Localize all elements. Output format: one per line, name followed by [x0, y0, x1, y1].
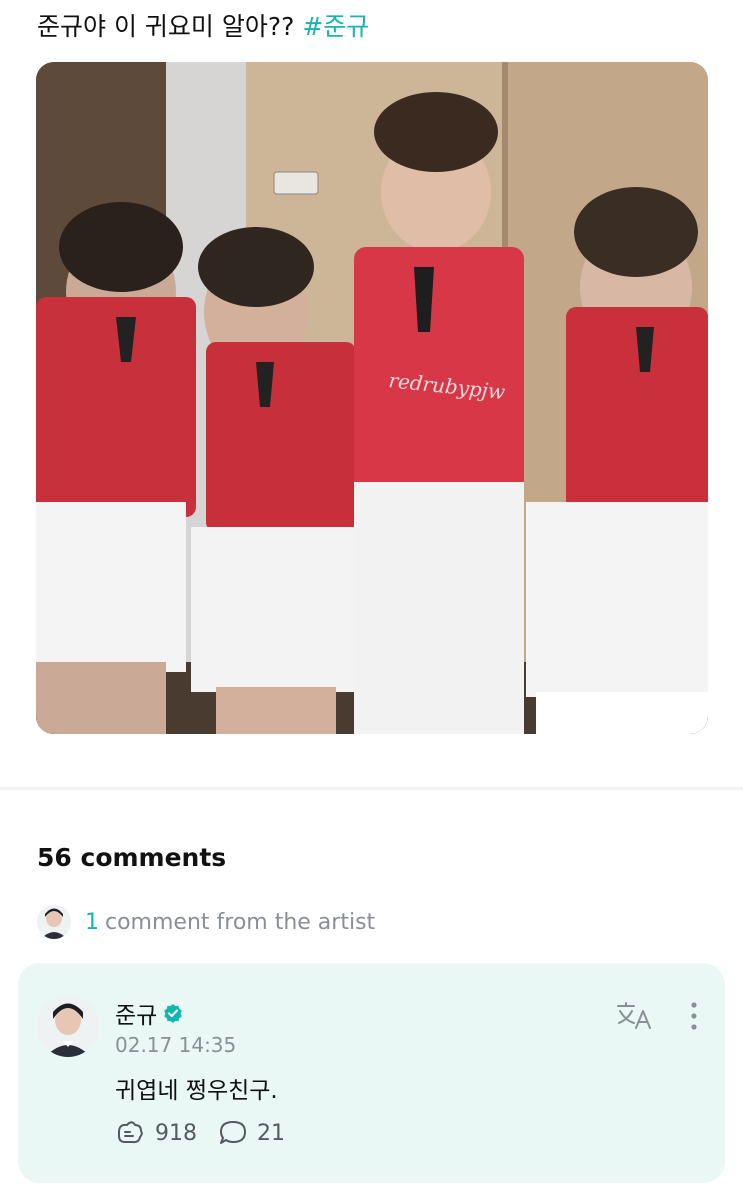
reply-icon [220, 1121, 246, 1144]
artist-avatar [37, 905, 71, 939]
comment-author[interactable]: 준규 [115, 996, 183, 1030]
comment-author-name: 준규 [115, 1003, 158, 1029]
reply-button[interactable]: 21 [219, 1120, 285, 1146]
like-icon [118, 1121, 143, 1144]
artist-comment-label: comment from the artist [105, 909, 376, 935]
comment-actions: 918 21 [115, 1120, 307, 1146]
post-photo[interactable]: redrubypjw [36, 62, 708, 734]
post-caption: 준규야 이 귀요미 알아?? [37, 12, 295, 41]
photo-illustration: redrubypjw [36, 62, 708, 734]
post-hashtag[interactable]: #준규 [302, 12, 369, 41]
like-button[interactable]: 918 [115, 1120, 197, 1146]
comment-body: 귀엽네 쩡우친구. [115, 1078, 278, 1104]
artist-comments-text: 1 comment from the artist [85, 910, 375, 935]
artist-comment-count: 1 [85, 909, 99, 935]
artist-comments-link[interactable]: 1 comment from the artist [37, 904, 375, 940]
comments-count: 56 comments [37, 843, 227, 872]
comment-timestamp: 02.17 14:35 [115, 1033, 237, 1057]
artist-comment-card: 준규 02.17 14:35 귀엽네 쩡우친구. 918 21 [18, 963, 725, 1183]
post-text: 준규야 이 귀요미 알아?? #준규 [37, 10, 369, 44]
section-divider [0, 787, 743, 790]
comment-author-avatar[interactable] [37, 995, 99, 1057]
reply-count: 21 [257, 1120, 285, 1146]
more-icon [691, 1002, 697, 1030]
translate-icon [617, 1002, 651, 1029]
translate-button[interactable] [616, 1001, 654, 1031]
more-options-button[interactable] [682, 999, 706, 1033]
verified-badge-icon [163, 1003, 183, 1023]
like-count: 918 [155, 1120, 197, 1146]
